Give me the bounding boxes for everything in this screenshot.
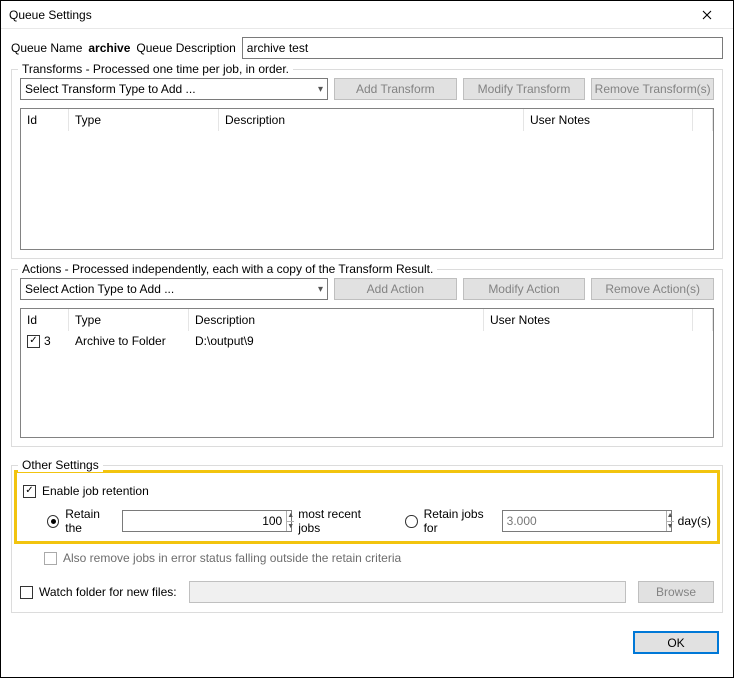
- watch-folder-checkbox[interactable]: [20, 586, 33, 599]
- spinner: ▲▼: [666, 511, 674, 531]
- modify-action-button: Modify Action: [463, 278, 586, 300]
- action-type-dropdown[interactable]: Select Action Type to Add ... ▾: [20, 278, 328, 300]
- retain-days-radio[interactable]: [405, 515, 417, 528]
- row-id: 3: [44, 334, 51, 348]
- col-desc[interactable]: Description: [219, 109, 524, 131]
- days-label: day(s): [678, 514, 711, 528]
- col-id[interactable]: Id: [21, 309, 69, 331]
- highlight-box: Enable job retention Retain the ▲▼ most …: [14, 470, 720, 544]
- watch-folder-input: [189, 581, 626, 603]
- remove-transform-button: Remove Transform(s): [591, 78, 714, 100]
- col-notes[interactable]: User Notes: [484, 309, 693, 331]
- transforms-table[interactable]: Id Type Description User Notes: [20, 108, 714, 250]
- chevron-down-icon: ▾: [318, 84, 323, 95]
- enable-retention-label: Enable job retention: [42, 484, 149, 498]
- add-action-button: Add Action: [334, 278, 457, 300]
- col-type[interactable]: Type: [69, 109, 219, 131]
- col-type[interactable]: Type: [69, 309, 189, 331]
- row-type: Archive to Folder: [69, 334, 189, 348]
- queue-desc-input[interactable]: [242, 37, 723, 59]
- actions-table[interactable]: Id Type Description User Notes 3 Archive…: [20, 308, 714, 438]
- window-title: Queue Settings: [9, 8, 92, 22]
- table-row[interactable]: 3 Archive to Folder D:\output\9: [21, 331, 713, 351]
- col-notes[interactable]: User Notes: [524, 109, 693, 131]
- queue-name-label: Queue Name: [11, 41, 82, 55]
- retain-for-label: Retain jobs for: [424, 507, 496, 535]
- add-transform-button: Add Transform: [334, 78, 457, 100]
- row-desc: D:\output\9: [189, 334, 484, 348]
- col-spacer: [693, 309, 713, 331]
- also-remove-label: Also remove jobs in error status falling…: [63, 551, 401, 565]
- actions-legend: Actions - Processed independently, each …: [18, 262, 437, 276]
- queue-name-value: archive: [88, 41, 130, 55]
- transform-dropdown-text: Select Transform Type to Add ...: [25, 82, 196, 96]
- col-id[interactable]: Id: [21, 109, 69, 131]
- remove-action-button: Remove Action(s): [591, 278, 714, 300]
- transform-type-dropdown[interactable]: Select Transform Type to Add ... ▾: [20, 78, 328, 100]
- browse-button: Browse: [638, 581, 714, 603]
- retain-count-radio[interactable]: [47, 515, 59, 528]
- chevron-down-icon: ▾: [318, 284, 323, 295]
- col-desc[interactable]: Description: [189, 309, 484, 331]
- action-dropdown-text: Select Action Type to Add ...: [25, 282, 174, 296]
- ok-button[interactable]: OK: [633, 631, 719, 654]
- modify-transform-button: Modify Transform: [463, 78, 586, 100]
- most-recent-label: most recent jobs: [298, 507, 380, 535]
- row-checkbox[interactable]: [27, 335, 40, 348]
- retain-days-input: ▲▼: [502, 510, 672, 532]
- enable-retention-checkbox[interactable]: [23, 485, 36, 498]
- col-spacer: [693, 109, 713, 131]
- transforms-legend: Transforms - Processed one time per job,…: [18, 62, 293, 76]
- close-button[interactable]: [689, 1, 725, 29]
- watch-folder-label: Watch folder for new files:: [39, 585, 177, 599]
- also-remove-checkbox[interactable]: [44, 552, 57, 565]
- retain-count-input[interactable]: ▲▼: [122, 510, 292, 532]
- retain-the-label: Retain the: [65, 507, 116, 535]
- queue-desc-label: Queue Description: [136, 41, 235, 55]
- other-settings-legend: Other Settings: [18, 458, 103, 472]
- spinner[interactable]: ▲▼: [286, 511, 294, 531]
